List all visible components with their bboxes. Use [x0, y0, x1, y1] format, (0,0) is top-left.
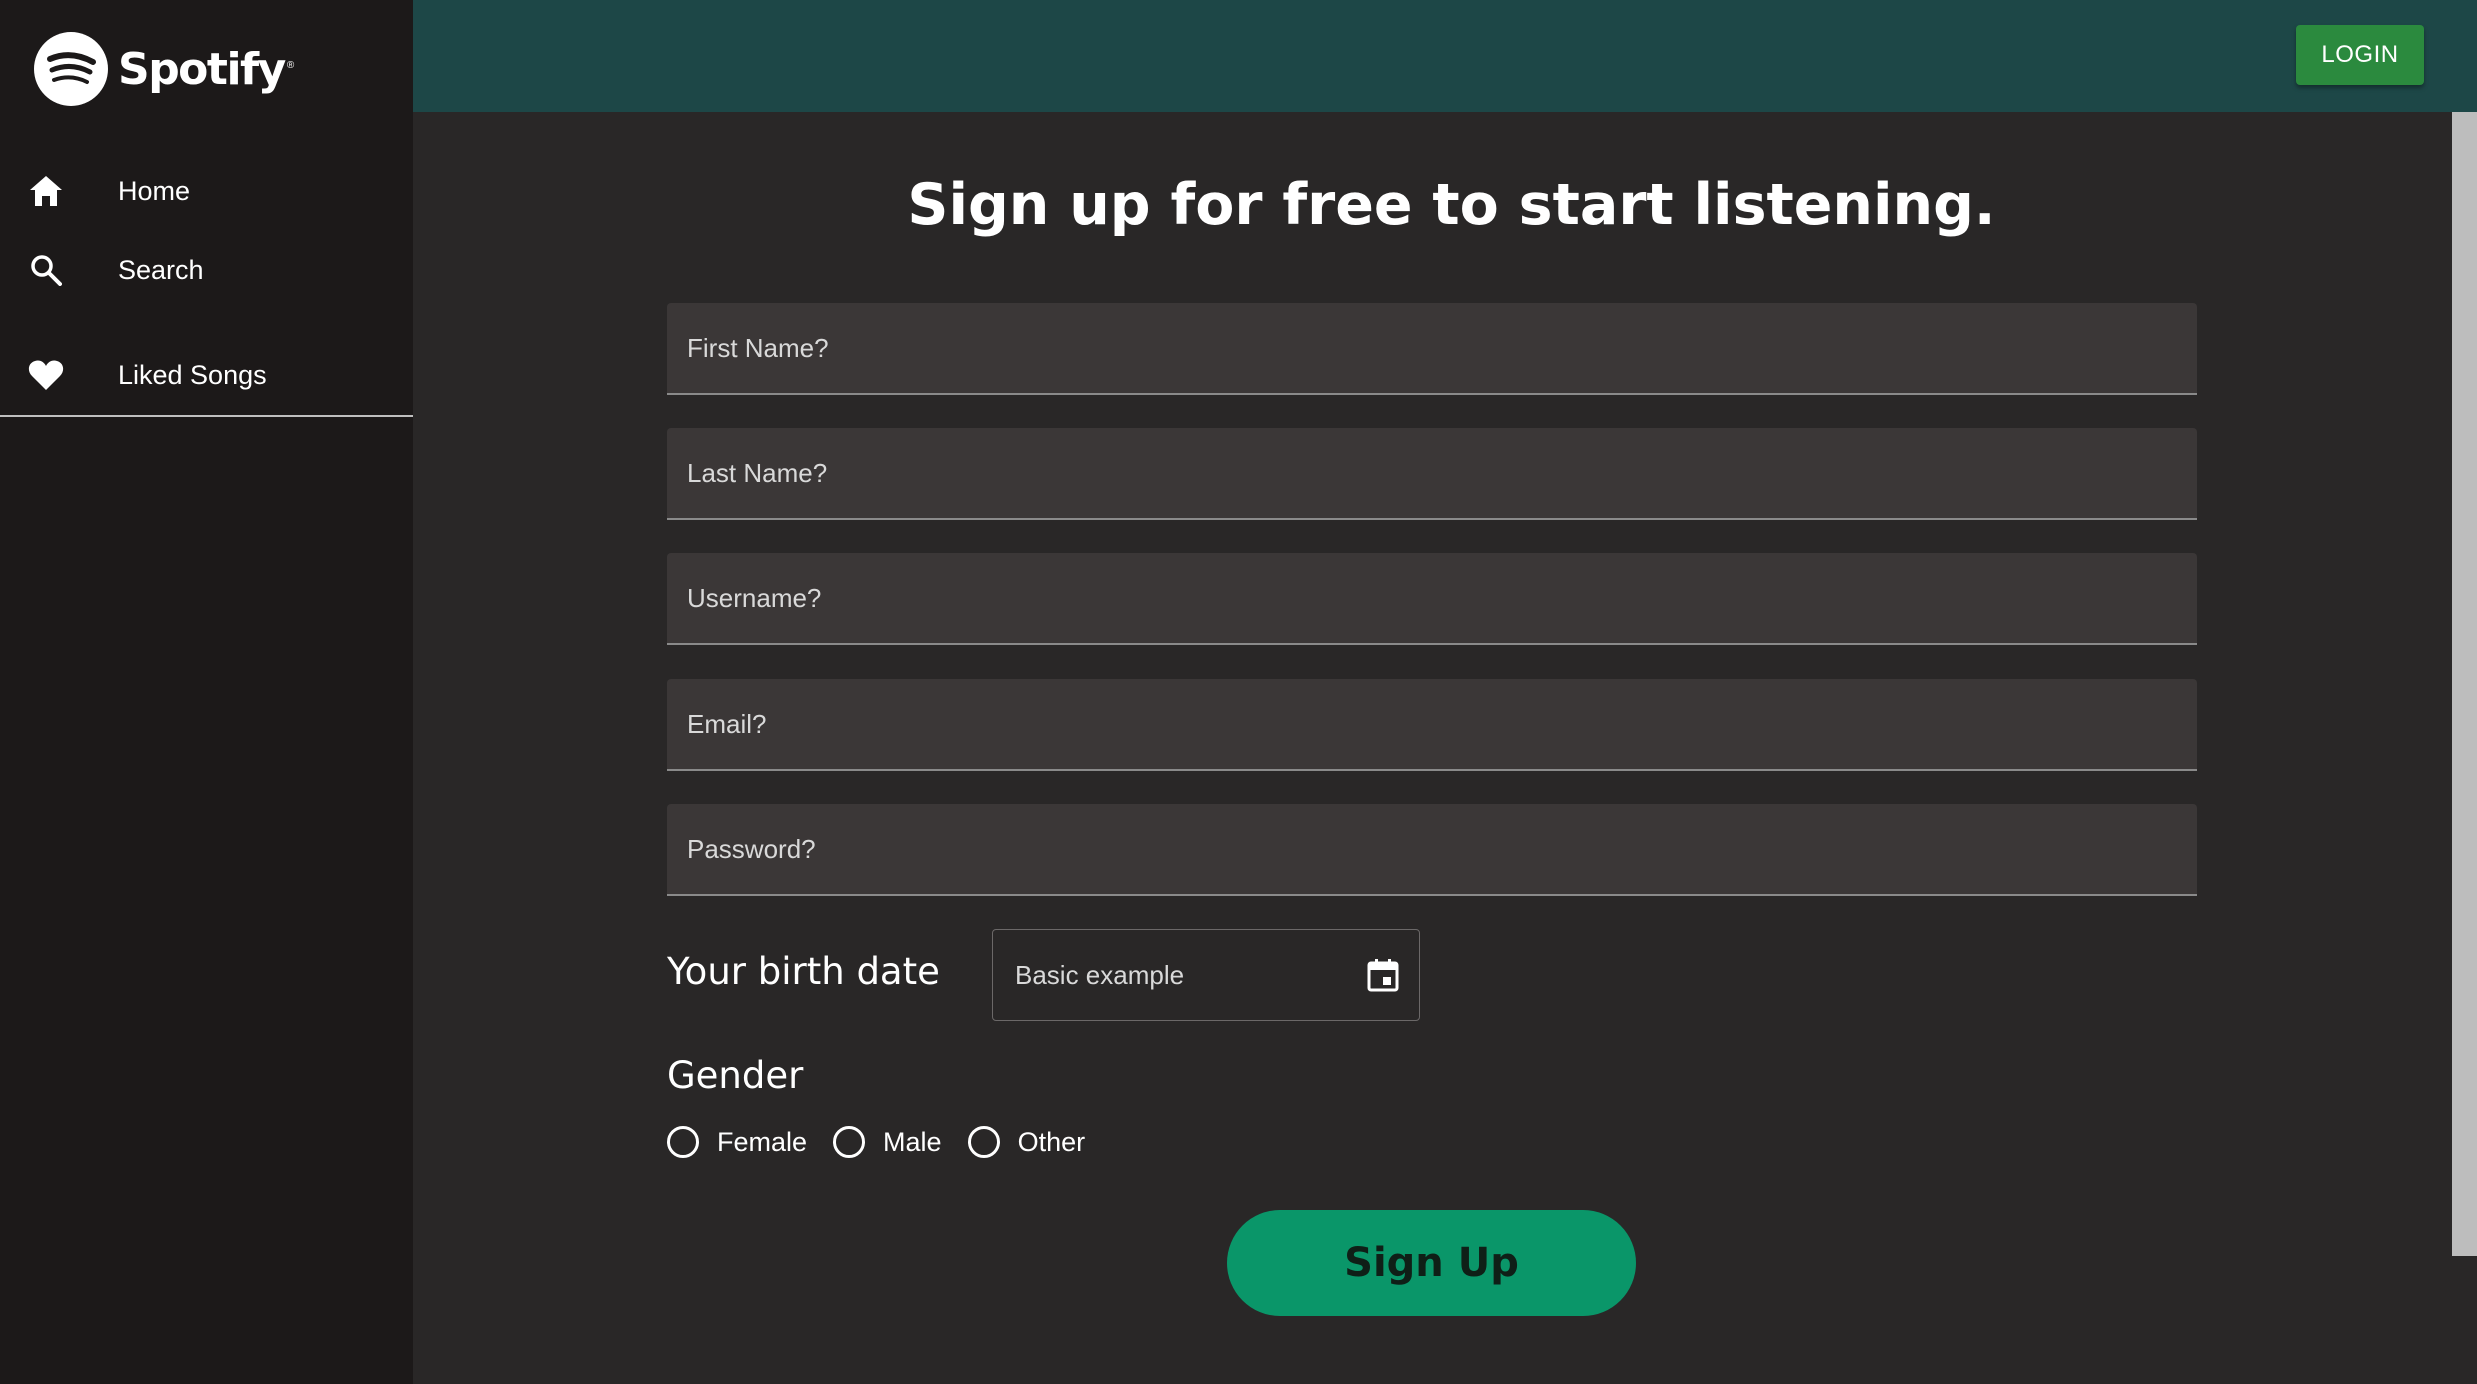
- email-field-container: [667, 679, 2197, 771]
- sidebar-item-home[interactable]: Home: [0, 161, 413, 221]
- email-field[interactable]: [667, 679, 2197, 769]
- username-field[interactable]: [667, 553, 2197, 643]
- sidebar-item-label: Home: [118, 175, 191, 206]
- sidebar-item-label: Search: [118, 254, 204, 285]
- gender-option-male[interactable]: Male: [833, 1126, 942, 1158]
- heart-icon: [28, 357, 64, 393]
- spotify-logo-icon: [34, 32, 108, 106]
- sidebar-divider: [0, 415, 413, 417]
- gender-radio-group: Female Male Other: [667, 1122, 1111, 1162]
- first-name-field-container: [667, 303, 2197, 395]
- gender-label: Gender: [667, 1054, 804, 1097]
- page-title: Sign up for free to start listening.: [907, 172, 1996, 238]
- top-header: LOGIN: [413, 0, 2477, 112]
- sidebar-item-label: Liked Songs: [118, 359, 267, 390]
- login-button[interactable]: LOGIN: [2296, 25, 2424, 85]
- last-name-field[interactable]: [667, 428, 2197, 518]
- spotify-logo[interactable]: Spotify ®: [34, 32, 294, 106]
- username-field-container: [667, 553, 2197, 645]
- brand-name: Spotify: [118, 43, 286, 95]
- gender-option-female[interactable]: Female: [667, 1126, 807, 1158]
- sidebar: Spotify ® Home Search Liked Songs: [0, 0, 413, 1384]
- home-icon: [28, 173, 64, 209]
- sign-up-button[interactable]: Sign Up: [1227, 1210, 1636, 1316]
- birth-date-input[interactable]: [993, 930, 1353, 1020]
- signup-form: Sign up for free to start listening. You…: [413, 112, 2450, 1384]
- radio-label: Other: [1017, 1126, 1086, 1157]
- sidebar-item-liked-songs[interactable]: Liked Songs: [0, 345, 413, 405]
- password-field-container: [667, 804, 2197, 896]
- first-name-field[interactable]: [667, 303, 2197, 393]
- password-field[interactable]: [667, 804, 2197, 894]
- brand-registered-mark: ®: [286, 59, 295, 71]
- sidebar-item-search[interactable]: Search: [0, 240, 413, 300]
- radio-label: Male: [883, 1126, 942, 1157]
- radio-button[interactable]: [833, 1126, 866, 1158]
- gender-option-other[interactable]: Other: [967, 1126, 1086, 1158]
- calendar-icon[interactable]: [1365, 957, 1401, 993]
- radio-label: Female: [717, 1126, 808, 1157]
- scrollbar-thumb[interactable]: [2452, 112, 2477, 1256]
- last-name-field-container: [667, 428, 2197, 520]
- radio-button[interactable]: [667, 1126, 699, 1158]
- search-icon: [28, 252, 64, 288]
- birth-date-label: Your birth date: [667, 950, 940, 993]
- radio-button[interactable]: [967, 1126, 1000, 1158]
- birth-date-picker: [992, 929, 1420, 1021]
